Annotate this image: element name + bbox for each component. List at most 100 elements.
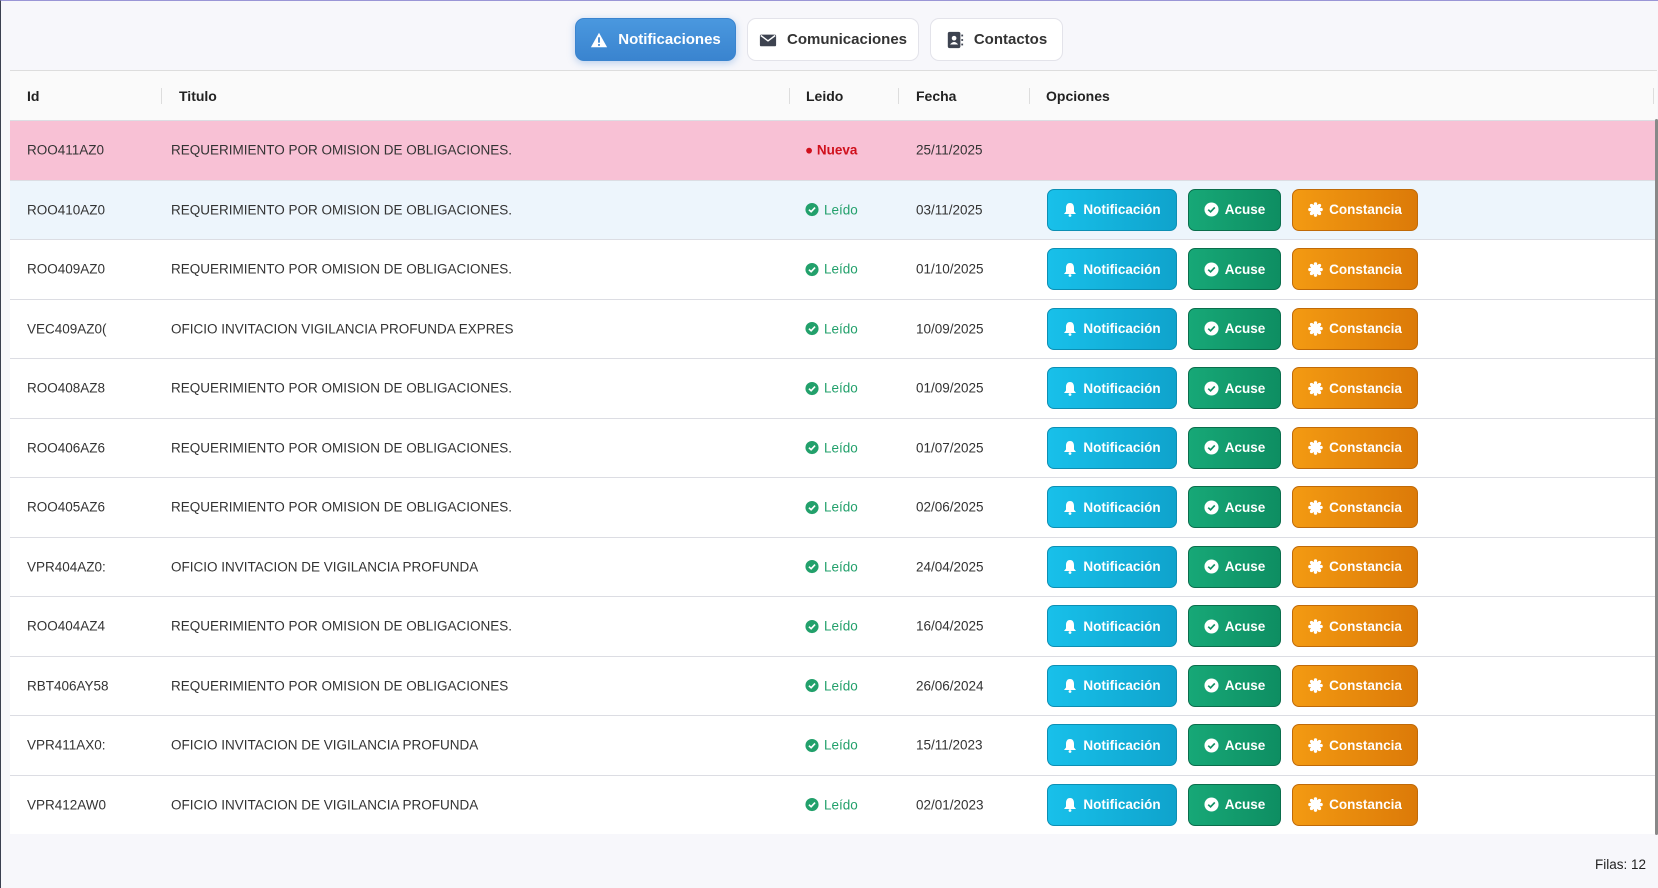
button-label: Acuse: [1224, 202, 1266, 218]
button-label: Constancia: [1329, 678, 1402, 694]
acuse-button[interactable]: Acuse: [1188, 367, 1281, 410]
tab-comunicaciones[interactable]: Comunicaciones: [747, 18, 919, 61]
notificacion-button[interactable]: Notificación: [1047, 605, 1177, 648]
acuse-button[interactable]: Acuse: [1188, 664, 1281, 707]
check-circle-icon: [1204, 738, 1219, 753]
constancia-button[interactable]: Constancia: [1292, 188, 1418, 231]
column-header-leido[interactable]: Leido: [806, 88, 843, 104]
cell-fecha: 01/10/2025: [916, 261, 984, 277]
check-circle-icon: [1204, 559, 1219, 574]
tab-contactos[interactable]: Contactos: [930, 18, 1063, 61]
acuse-button[interactable]: Acuse: [1188, 188, 1281, 231]
acuse-button[interactable]: Acuse: [1188, 426, 1281, 469]
status-text: Leído: [824, 559, 858, 575]
constancia-button[interactable]: Constancia: [1292, 605, 1418, 648]
notificacion-button[interactable]: Notificación: [1047, 248, 1177, 291]
certificate-icon: [1308, 618, 1323, 634]
column-divider[interactable]: [898, 88, 899, 104]
table-header: Id Titulo Leido Fecha Opciones: [10, 71, 1657, 120]
cell-id: RBT406AY58: [27, 678, 109, 694]
constancia-button[interactable]: Constancia: [1292, 367, 1418, 410]
table-row[interactable]: VPR411AX0: OFICIO INVITACION DE VIGILANC…: [10, 715, 1657, 775]
table-row[interactable]: ROO411AZ0 REQUERIMIENTO POR OMISION DE O…: [10, 120, 1657, 180]
button-label: Acuse: [1224, 261, 1266, 277]
button-label: Acuse: [1224, 321, 1266, 337]
acuse-button[interactable]: Acuse: [1188, 307, 1281, 350]
cell-id: ROO404AZ4: [27, 618, 106, 634]
table-row[interactable]: ROO410AZ0 REQUERIMIENTO POR OMISION DE O…: [10, 179, 1657, 239]
table-row[interactable]: VPR404AZ0: OFICIO INVITACION DE VIGILANC…: [10, 536, 1657, 597]
constancia-button[interactable]: Constancia: [1292, 248, 1418, 291]
constancia-button[interactable]: Constancia: [1292, 426, 1418, 469]
column-header-opciones[interactable]: Opciones: [1046, 88, 1110, 104]
button-label: Notificación: [1083, 737, 1161, 753]
table-row[interactable]: ROO406AZ6 REQUERIMIENTO POR OMISION DE O…: [10, 417, 1657, 478]
constancia-button[interactable]: Constancia: [1292, 783, 1418, 826]
status-text: Leído: [824, 678, 858, 694]
status-badge-read: Leído: [805, 797, 858, 812]
cell-titulo: REQUERIMIENTO POR OMISION DE OBLIGACIONE…: [171, 499, 513, 515]
cell-fecha: 26/06/2024: [916, 678, 984, 694]
status-text: Nueva: [816, 142, 858, 158]
column-divider[interactable]: [1029, 88, 1030, 104]
acuse-button[interactable]: Acuse: [1188, 248, 1281, 291]
notificacion-button[interactable]: Notificación: [1047, 545, 1177, 588]
cell-fecha: 02/01/2023: [916, 797, 984, 813]
notificacion-button[interactable]: Notificación: [1047, 783, 1177, 826]
notificacion-button[interactable]: Notificación: [1047, 367, 1177, 410]
constancia-button[interactable]: Constancia: [1292, 307, 1418, 350]
button-label: Constancia: [1329, 797, 1402, 813]
tab-notificaciones[interactable]: Notificaciones: [575, 18, 736, 61]
constancia-button[interactable]: Constancia: [1292, 486, 1418, 529]
table-row[interactable]: ROO409AZ0 REQUERIMIENTO POR OMISION DE O…: [10, 239, 1657, 299]
constancia-button[interactable]: Constancia: [1292, 545, 1418, 588]
table-row[interactable]: ROO408AZ8 REQUERIMIENTO POR OMISION DE O…: [10, 358, 1657, 418]
status-text: Leído: [824, 618, 858, 634]
acuse-button[interactable]: Acuse: [1188, 486, 1281, 529]
bell-icon: [1064, 679, 1077, 694]
constancia-button[interactable]: Constancia: [1292, 724, 1418, 767]
button-label: Constancia: [1329, 499, 1402, 515]
button-label: Notificación: [1083, 321, 1161, 337]
envelope-icon: [759, 34, 777, 46]
column-divider[interactable]: [1653, 88, 1654, 104]
notificacion-button[interactable]: Notificación: [1047, 724, 1177, 767]
button-label: Constancia: [1329, 559, 1402, 575]
acuse-button[interactable]: Acuse: [1188, 545, 1281, 588]
notificacion-button[interactable]: Notificación: [1047, 486, 1177, 529]
cell-titulo: REQUERIMIENTO POR OMISION DE OBLIGACIONE…: [171, 380, 513, 396]
check-circle-icon: [805, 262, 819, 276]
status-badge-read: Leído: [805, 500, 858, 515]
table-row[interactable]: VEC409AZ0( OFICIO INVITACION VIGILANCIA …: [10, 298, 1657, 359]
notificacion-button[interactable]: Notificación: [1047, 426, 1177, 469]
status-text: Leído: [824, 797, 858, 813]
cell-id: ROO411AZ0: [27, 142, 105, 158]
column-divider[interactable]: [161, 88, 162, 104]
column-divider[interactable]: [789, 88, 790, 104]
check-circle-icon: [805, 738, 819, 752]
column-header-id[interactable]: Id: [27, 88, 39, 104]
acuse-button[interactable]: Acuse: [1188, 724, 1281, 767]
notificacion-button[interactable]: Notificación: [1047, 307, 1177, 350]
constancia-button[interactable]: Constancia: [1292, 664, 1418, 707]
button-label: Notificación: [1083, 618, 1161, 634]
cell-titulo: REQUERIMIENTO POR OMISION DE OBLIGACIONE…: [171, 202, 513, 218]
certificate-icon: [1308, 202, 1323, 218]
bell-icon: [1064, 798, 1077, 813]
acuse-button[interactable]: Acuse: [1188, 783, 1281, 826]
check-circle-icon: [805, 441, 819, 455]
table-row[interactable]: RBT406AY58 REQUERIMIENTO POR OMISION DE …: [10, 655, 1657, 716]
column-header-titulo[interactable]: Titulo: [179, 88, 217, 104]
check-circle-icon: [805, 500, 819, 514]
cell-id: VPR412AW0: [27, 797, 107, 813]
notificacion-button[interactable]: Notificación: [1047, 664, 1177, 707]
acuse-button[interactable]: Acuse: [1188, 605, 1281, 648]
button-label: Notificación: [1083, 559, 1161, 575]
column-header-fecha[interactable]: Fecha: [916, 88, 956, 104]
table-row[interactable]: ROO405AZ6 REQUERIMIENTO POR OMISION DE O…: [10, 477, 1657, 537]
table-row[interactable]: ROO404AZ4 REQUERIMIENTO POR OMISION DE O…: [10, 596, 1657, 656]
table-row[interactable]: VPR412AW0 OFICIO INVITACION DE VIGILANCI…: [10, 774, 1657, 835]
button-label: Constancia: [1329, 737, 1402, 753]
notificacion-button[interactable]: Notificación: [1047, 188, 1177, 231]
button-label: Notificación: [1083, 202, 1161, 218]
